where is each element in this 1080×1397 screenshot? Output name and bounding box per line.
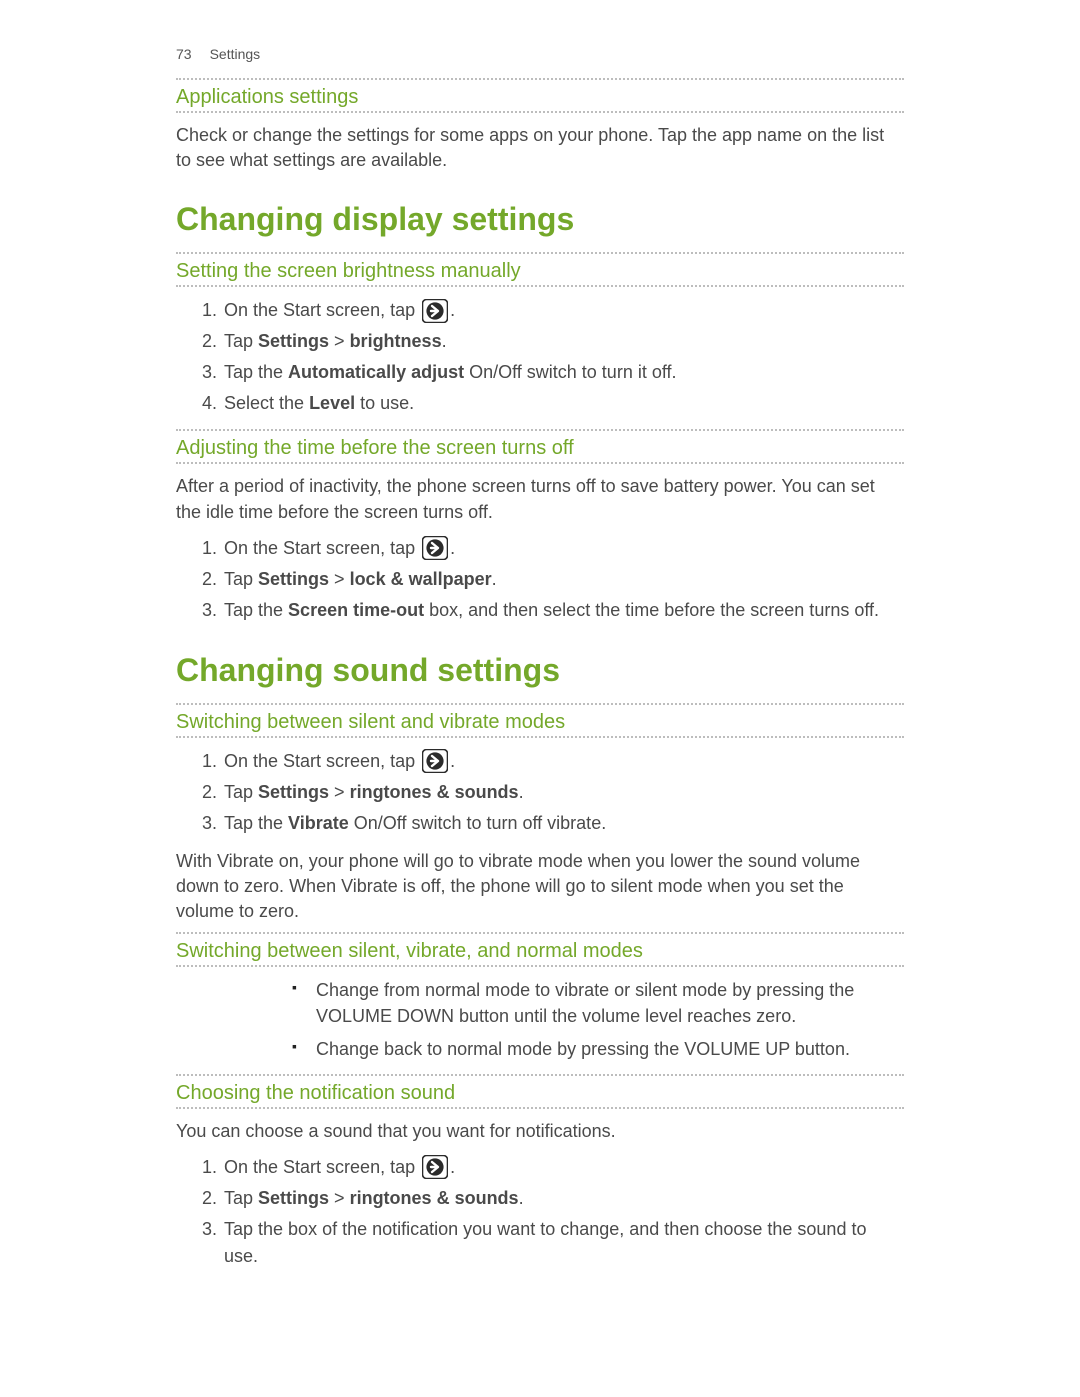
- subsection-notification-sound: Choosing the notification sound You can …: [176, 1074, 904, 1270]
- subsection-brightness: Setting the screen brightness manually O…: [176, 252, 904, 417]
- step-text-post: .: [450, 300, 455, 320]
- subheading-silent-vibrate: Switching between silent and vibrate mod…: [176, 705, 904, 736]
- step-text-post: .: [450, 1157, 455, 1177]
- steps-list: On the Start screen, tap . Tap Settings …: [176, 748, 904, 837]
- page-header: 73 Settings: [176, 46, 904, 62]
- step: Tap Settings > ringtones & sounds.: [222, 779, 904, 806]
- arrow-circle-icon: [422, 299, 448, 323]
- arrow-circle-icon: [422, 749, 448, 773]
- divider: [176, 1107, 904, 1109]
- step: On the Start screen, tap .: [222, 297, 904, 324]
- step-text-post: .: [450, 751, 455, 771]
- subheading-silent-vibrate-normal: Switching between silent, vibrate, and n…: [176, 934, 904, 965]
- divider: [176, 285, 904, 287]
- arrow-circle-icon: [422, 536, 448, 560]
- step: Tap Settings > ringtones & sounds.: [222, 1185, 904, 1212]
- divider: [176, 462, 904, 464]
- subheading-notification-sound: Choosing the notification sound: [176, 1076, 904, 1107]
- step-text-pre: On the Start screen, tap: [224, 538, 420, 558]
- bullet-item: Change from normal mode to vibrate or si…: [316, 977, 904, 1029]
- breadcrumb-section: Settings: [210, 46, 261, 62]
- step-text-pre: On the Start screen, tap: [224, 300, 420, 320]
- step: Tap the Vibrate On/Off switch to turn of…: [222, 810, 904, 837]
- divider: [176, 736, 904, 738]
- page-number: 73: [176, 46, 192, 62]
- step: Select the Level to use.: [222, 390, 904, 417]
- subheading-timeout: Adjusting the time before the screen tur…: [176, 431, 904, 462]
- subsection-silent-vibrate-normal: Switching between silent, vibrate, and n…: [176, 932, 904, 1061]
- step: On the Start screen, tap .: [222, 1154, 904, 1181]
- step-text-post: .: [450, 538, 455, 558]
- arrow-circle-icon: [422, 1155, 448, 1179]
- step: Tap Settings > brightness.: [222, 328, 904, 355]
- steps-list: On the Start screen, tap . Tap Settings …: [176, 535, 904, 624]
- subheading-applications-settings: Applications settings: [176, 80, 904, 111]
- subsection-silent-vibrate: Switching between silent and vibrate mod…: [176, 703, 904, 925]
- paragraph: Check or change the settings for some ap…: [176, 123, 904, 173]
- heading-changing-sound-settings: Changing sound settings: [176, 652, 904, 689]
- step: Tap the Screen time-out box, and then se…: [222, 597, 904, 624]
- divider: [176, 111, 904, 113]
- subheading-brightness: Setting the screen brightness manually: [176, 254, 904, 285]
- step: On the Start screen, tap .: [222, 535, 904, 562]
- step: On the Start screen, tap .: [222, 748, 904, 775]
- steps-list: On the Start screen, tap . Tap Settings …: [176, 297, 904, 417]
- page-container: 73 Settings Applications settings Check …: [0, 0, 1080, 1397]
- step: Tap the Automatically adjust On/Off swit…: [222, 359, 904, 386]
- steps-list: On the Start screen, tap . Tap Settings …: [176, 1154, 904, 1270]
- paragraph: You can choose a sound that you want for…: [176, 1119, 904, 1144]
- paragraph: After a period of inactivity, the phone …: [176, 474, 904, 524]
- step: Tap Settings > lock & wallpaper.: [222, 566, 904, 593]
- step: Tap the box of the notification you want…: [222, 1216, 904, 1270]
- subsection-timeout: Adjusting the time before the screen tur…: [176, 429, 904, 623]
- divider: [176, 965, 904, 967]
- bullet-item: Change back to normal mode by pressing t…: [316, 1036, 904, 1062]
- heading-changing-display-settings: Changing display settings: [176, 201, 904, 238]
- bullet-list: Change from normal mode to vibrate or si…: [176, 977, 904, 1061]
- step-text-pre: On the Start screen, tap: [224, 1157, 420, 1177]
- step-text-pre: On the Start screen, tap: [224, 751, 420, 771]
- paragraph: With Vibrate on, your phone will go to v…: [176, 849, 904, 925]
